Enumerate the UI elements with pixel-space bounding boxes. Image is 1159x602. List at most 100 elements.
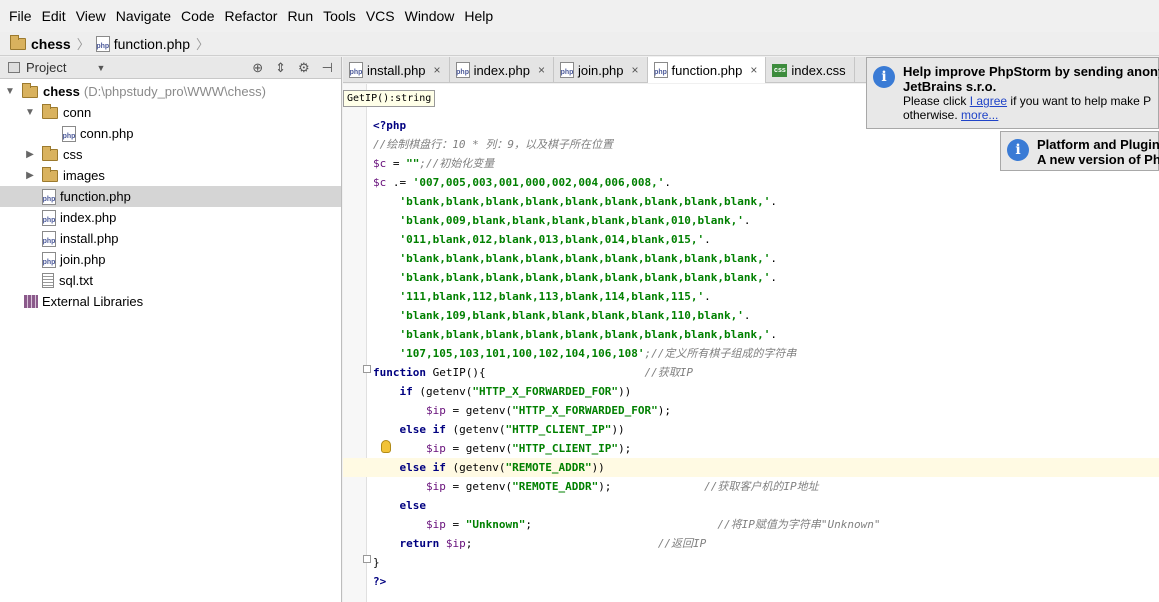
chevron-right-icon[interactable]: ▶ bbox=[24, 170, 36, 181]
code-line[interactable]: 'blank,blank,blank,blank,blank,blank,bla… bbox=[373, 325, 1159, 344]
menu-item-edit[interactable]: Edit bbox=[37, 0, 71, 32]
php-file-icon: php bbox=[42, 251, 56, 268]
code-line[interactable]: $ip = "Unknown"; //将IP赋值为字符串"Unknown" bbox=[373, 515, 1159, 534]
editor-tab[interactable]: php function.php × bbox=[647, 57, 767, 83]
code-token: ?> bbox=[373, 575, 387, 588]
notification-plugin-update[interactable]: i Platform and Plugin A new version of P… bbox=[1000, 131, 1159, 171]
tree-item-label: install.php bbox=[60, 231, 119, 246]
close-icon[interactable]: × bbox=[750, 63, 757, 77]
code-line[interactable]: 'blank,blank,blank,blank,blank,blank,bla… bbox=[373, 192, 1159, 211]
tree-item[interactable]: ▼ chess (D:\phpstudy_pro\WWW\chess) bbox=[0, 81, 341, 102]
code-token: else bbox=[399, 499, 427, 512]
code-line[interactable]: 'blank,109,blank,blank,blank,blank,blank… bbox=[373, 306, 1159, 325]
folder-icon bbox=[22, 82, 38, 98]
code-line[interactable]: $ip = getenv("HTTP_X_FORWARDED_FOR"); bbox=[373, 401, 1159, 420]
code-line[interactable]: $ip = getenv("HTTP_CLIENT_IP"); bbox=[373, 439, 1159, 458]
menu-item-vcs[interactable]: VCS bbox=[361, 0, 400, 32]
code-line[interactable]: 'blank,blank,blank,blank,blank,blank,bla… bbox=[373, 249, 1159, 268]
code-line[interactable]: else if (getenv("HTTP_CLIENT_IP")) bbox=[373, 420, 1159, 439]
code-line[interactable]: 'blank,009,blank,blank,blank,blank,blank… bbox=[373, 211, 1159, 230]
agree-link[interactable]: I agree bbox=[970, 94, 1007, 108]
more-link[interactable]: more... bbox=[961, 108, 998, 122]
tree-item[interactable]: ▶ images bbox=[0, 165, 341, 186]
code-token: '107,105,103,101,100,102,104,106,108' bbox=[399, 347, 645, 360]
close-icon[interactable]: × bbox=[632, 63, 639, 77]
hide-panel-icon[interactable]: ⊣ bbox=[322, 60, 333, 76]
notification-title: Help improve PhpStorm by sending anony bbox=[903, 64, 1159, 79]
tree-item[interactable]: php conn.php bbox=[0, 123, 341, 144]
code-line[interactable]: 'blank,blank,blank,blank,blank,blank,bla… bbox=[373, 268, 1159, 287]
code-token: 'blank,blank,blank,blank,blank,blank,bla… bbox=[399, 252, 771, 265]
text-file-icon bbox=[42, 273, 54, 288]
css-file-icon: css bbox=[772, 63, 788, 77]
close-icon[interactable]: × bbox=[538, 63, 545, 77]
locate-icon[interactable]: ⊕ bbox=[252, 60, 263, 76]
code-line[interactable]: $ip = getenv("REMOTE_ADDR"); //获取客户机的IP地… bbox=[373, 477, 1159, 496]
tree-item[interactable]: php install.php bbox=[0, 228, 341, 249]
fold-marker-icon[interactable] bbox=[363, 365, 371, 373]
code-token: "HTTP_CLIENT_IP" bbox=[505, 423, 612, 436]
lightbulb-icon[interactable] bbox=[381, 440, 391, 453]
project-view-selector[interactable]: Project bbox=[26, 60, 66, 75]
code-line[interactable]: else bbox=[373, 496, 1159, 515]
code-token: //将IP赋值为字符串"Unknown" bbox=[717, 518, 881, 531]
fold-marker-icon[interactable] bbox=[363, 555, 371, 563]
tree-item[interactable]: sql.txt bbox=[0, 270, 341, 291]
code-token: 'blank,109,blank,blank,blank,blank,blank… bbox=[399, 309, 744, 322]
php-file-icon: php bbox=[42, 209, 56, 226]
tree-item[interactable]: php index.php bbox=[0, 207, 341, 228]
code-line[interactable]: $c .= '007,005,003,001,000,002,004,006,0… bbox=[373, 173, 1159, 192]
editor-tab[interactable]: php join.php × bbox=[554, 57, 648, 83]
code-line[interactable]: else if (getenv("REMOTE_ADDR")) bbox=[343, 458, 1159, 477]
code-line[interactable]: '107,105,103,101,100,102,104,106,108';//… bbox=[373, 344, 1159, 363]
code-line[interactable]: ?> bbox=[373, 572, 1159, 591]
tree-item-label: sql.txt bbox=[59, 273, 93, 288]
code-line[interactable]: '011,blank,012,blank,013,blank,014,blank… bbox=[373, 230, 1159, 249]
tree-item[interactable]: ▼ conn bbox=[0, 102, 341, 123]
menu-item-window[interactable]: Window bbox=[400, 0, 460, 32]
editor-tab[interactable]: php index.php × bbox=[450, 57, 554, 83]
tree-item[interactable]: ▶ css bbox=[0, 144, 341, 165]
code-token: $ip bbox=[425, 404, 446, 417]
editor-gutter[interactable] bbox=[343, 84, 367, 602]
php-file-icon: php bbox=[95, 35, 110, 52]
code-token: //获取客户机的IP地址 bbox=[704, 480, 819, 493]
chevron-down-icon[interactable]: ▼ bbox=[4, 86, 16, 97]
breadcrumb-project[interactable]: chess bbox=[10, 34, 71, 52]
navigation-bar: chess 〉 php function.php 〉 bbox=[0, 32, 1159, 56]
code-line[interactable]: function GetIP(){ //获取IP bbox=[373, 363, 1159, 382]
tree-item[interactable]: External Libraries bbox=[0, 291, 341, 312]
code-line[interactable]: } bbox=[373, 553, 1159, 572]
chevron-right-icon: 〉 bbox=[76, 37, 90, 52]
chevron-right-icon[interactable]: ▶ bbox=[24, 149, 36, 160]
notification-title-2: JetBrains s.r.o. bbox=[903, 79, 997, 94]
menu-item-file[interactable]: File bbox=[4, 0, 37, 32]
chevron-down-icon[interactable]: ▼ bbox=[24, 107, 36, 118]
info-icon: i bbox=[873, 66, 895, 88]
menu-item-code[interactable]: Code bbox=[176, 0, 219, 32]
code-line[interactable]: if (getenv("HTTP_X_FORWARDED_FOR")) bbox=[373, 382, 1159, 401]
code-token: (getenv( bbox=[412, 385, 473, 398]
menu-item-view[interactable]: View bbox=[71, 0, 111, 32]
collapse-all-icon[interactable]: ⇕ bbox=[275, 60, 286, 76]
menu-item-help[interactable]: Help bbox=[459, 0, 498, 32]
code-token: = bbox=[445, 518, 466, 531]
chevron-down-icon[interactable]: ▼ bbox=[96, 63, 105, 73]
menu-item-run[interactable]: Run bbox=[282, 0, 318, 32]
tree-item[interactable]: php function.php bbox=[0, 186, 341, 207]
gear-icon[interactable]: ⚙ bbox=[298, 60, 310, 76]
menu-item-refactor[interactable]: Refactor bbox=[220, 0, 283, 32]
menu-item-navigate[interactable]: Navigate bbox=[111, 0, 176, 32]
close-icon[interactable]: × bbox=[434, 63, 441, 77]
notification-usage-stats[interactable]: i Help improve PhpStorm by sending anony… bbox=[866, 57, 1159, 129]
menu-item-tools[interactable]: Tools bbox=[318, 0, 361, 32]
breadcrumb-file[interactable]: php function.php bbox=[95, 35, 190, 52]
code-line[interactable]: return $ip; //返回IP bbox=[373, 534, 1159, 553]
editor-tab[interactable]: php install.php × bbox=[343, 57, 450, 83]
code-area[interactable]: <?php//绘制棋盘行：10 * 列：9，以及棋子所在位置 $c = "";//… bbox=[343, 116, 1159, 591]
editor-tab[interactable]: css index.css bbox=[766, 57, 855, 83]
tree-item[interactable]: php join.php bbox=[0, 249, 341, 270]
code-line[interactable]: '111,blank,112,blank,113,blank,114,blank… bbox=[373, 287, 1159, 306]
